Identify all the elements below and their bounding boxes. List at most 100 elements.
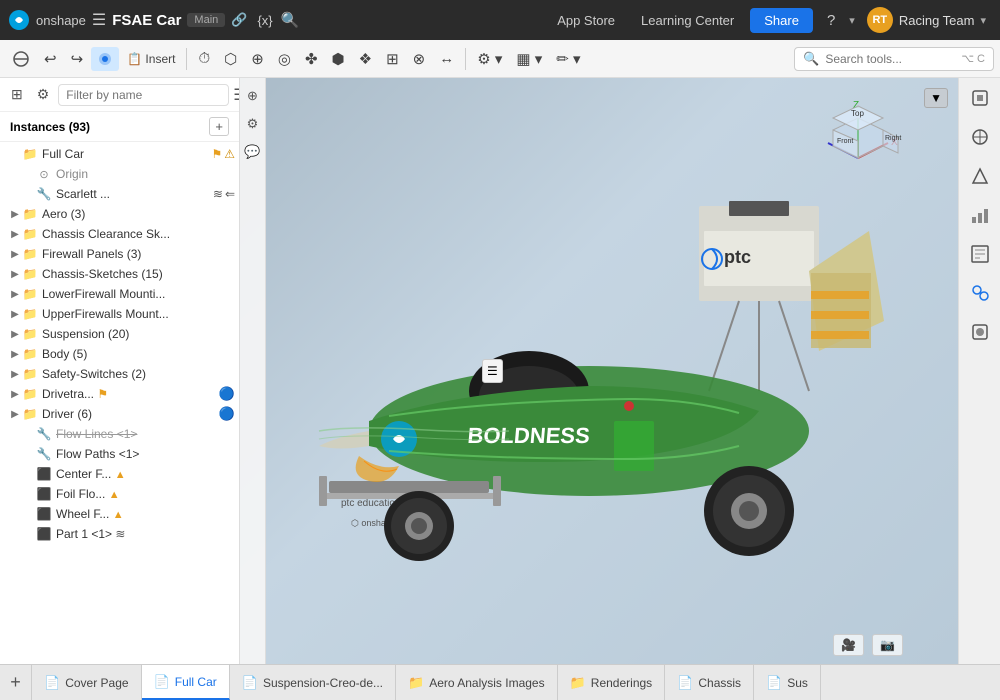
team-area[interactable]: RT Racing Team ▾: [861, 7, 992, 33]
chevron-safety: ▶: [8, 369, 22, 380]
app-store-button[interactable]: App Store: [547, 9, 625, 32]
hamburger-button[interactable]: ☰: [92, 10, 106, 30]
filter-select-button[interactable]: ⚙: [243, 112, 263, 136]
tab-cover-page[interactable]: 📄 Cover Page: [32, 665, 142, 700]
tab-aero-analysis[interactable]: 📁 Aero Analysis Images: [396, 665, 558, 700]
team-name: Racing Team: [899, 13, 975, 28]
assembly-panel-button[interactable]: [964, 121, 996, 158]
tree-item-chassis-clearance[interactable]: ▶ 📁 Chassis Clearance Sk...: [0, 224, 239, 244]
folder-icon-suspension: 📁: [22, 326, 38, 342]
tree-item-foil-flo[interactable]: ⬛ Foil Flo... ▲: [0, 484, 239, 504]
motion-button[interactable]: ⊞: [380, 46, 405, 72]
publish-button[interactable]: [964, 316, 996, 353]
onshape-logo-icon: [8, 9, 30, 31]
tree-item-flow-lines[interactable]: 🔧 Flow Lines <1>: [0, 424, 239, 444]
snap-button[interactable]: ⊕: [243, 84, 262, 108]
learning-center-button[interactable]: Learning Center: [631, 9, 744, 32]
link-icon[interactable]: 🔗: [231, 12, 247, 28]
toolbar-search-input[interactable]: [825, 52, 955, 66]
assembly-button[interactable]: ⬢: [326, 46, 351, 72]
label-scarlett: Scarlett ...: [56, 187, 213, 201]
tree-item-body[interactable]: ▶ 📁 Body (5): [0, 344, 239, 364]
section-cut-button[interactable]: [6, 46, 36, 72]
label-origin: Origin: [56, 167, 239, 181]
tab-suspension-creo[interactable]: 📄 Suspension-Creo-de...: [230, 665, 396, 700]
tree-item-part1[interactable]: ⬛ Part 1 <1> ≋: [0, 524, 239, 544]
logo-text: onshape: [36, 13, 86, 28]
simulation-button[interactable]: ⊗: [407, 46, 432, 72]
tree-item-lower-firewall[interactable]: ▶ 📁 LowerFirewall Mounti...: [0, 284, 239, 304]
tree-item-full-car[interactable]: 📁 Full Car ⚑ ⚠: [0, 144, 239, 164]
tree-item-center-f[interactable]: ⬛ Center F... ▲: [0, 464, 239, 484]
undo-button[interactable]: ↩: [38, 46, 63, 72]
tree-item-upper-firewalls[interactable]: ▶ 📁 UpperFirewalls Mount...: [0, 304, 239, 324]
help-button[interactable]: ?: [819, 8, 843, 33]
screenshot-button[interactable]: 📷: [872, 634, 903, 656]
new-tab-button[interactable]: +: [0, 665, 32, 700]
folder-icon-full-car: 📁: [22, 146, 38, 162]
render-button[interactable]: [964, 160, 996, 197]
alert-icon: ⚠: [224, 147, 235, 161]
sidebar-expand-button[interactable]: ⊞: [6, 82, 28, 107]
label-firewall: Firewall Panels (3): [42, 247, 239, 261]
tree-item-drivetrain[interactable]: ▶ 📁 Drivetra... ⚑ 🔵: [0, 384, 239, 404]
folder-icon-aero: 📁: [22, 206, 38, 222]
label-flow-lines: Flow Lines <1>: [56, 427, 239, 441]
annotation-button[interactable]: ✏ ▾: [550, 46, 586, 72]
tree: 📁 Full Car ⚑ ⚠ ⊙ Origin 🔧 Scarlett ...: [0, 142, 239, 664]
collaborate-button[interactable]: [964, 277, 996, 314]
insert-label: 📋 Insert: [127, 52, 175, 66]
comment-button[interactable]: 💬: [240, 140, 264, 164]
tab-full-car[interactable]: 📄 Full Car: [142, 665, 230, 700]
explode-button[interactable]: ↔: [433, 46, 460, 71]
tree-item-safety-switches[interactable]: ▶ 📁 Safety-Switches (2): [0, 364, 239, 384]
variable-icon[interactable]: {x}: [257, 13, 272, 28]
list-view-button[interactable]: ☰: [233, 85, 240, 105]
scroll-indicator[interactable]: ☰: [482, 359, 503, 383]
add-instance-button[interactable]: +: [209, 117, 229, 136]
select-button[interactable]: [91, 47, 119, 71]
actions-full-car: ⚑ ⚠: [211, 147, 235, 161]
tree-item-aero[interactable]: ▶ 📁 Aero (3): [0, 204, 239, 224]
tree-item-wheel-f[interactable]: ⬛ Wheel F... ▲: [0, 504, 239, 524]
tree-item-origin[interactable]: ⊙ Origin: [0, 164, 239, 184]
viewport[interactable]: X Z Top Right Front ▼: [240, 78, 958, 664]
share-button[interactable]: Share: [750, 8, 813, 33]
tree-item-firewall-panels[interactable]: ▶ 📁 Firewall Panels (3): [0, 244, 239, 264]
sidebar-filter-button[interactable]: ⚙: [32, 82, 55, 107]
tree-item-flow-paths[interactable]: 🔧 Flow Paths <1>: [0, 444, 239, 464]
display-button[interactable]: ⬡: [218, 46, 243, 72]
measure-button[interactable]: ⏱: [192, 46, 216, 71]
tab-renderings[interactable]: 📁 Renderings: [558, 665, 666, 700]
download-icon-driver: 🔵: [219, 406, 235, 422]
tree-item-chassis-sketches[interactable]: ▶ 📁 Chassis-Sketches (15): [0, 264, 239, 284]
tree-item-scarlett[interactable]: 🔧 Scarlett ... ≋ ⇐: [0, 184, 239, 204]
tab-sus[interactable]: 📄 Sus: [754, 665, 821, 700]
insert-button[interactable]: 📋 Insert: [121, 48, 181, 70]
transform-button[interactable]: ⊕: [245, 46, 270, 72]
simulation-panel-button[interactable]: [964, 199, 996, 236]
label-driver: Driver (6): [42, 407, 219, 421]
pattern-button[interactable]: ❖: [353, 46, 378, 72]
mate-button[interactable]: ✤: [299, 46, 324, 72]
filter-input[interactable]: [58, 84, 229, 106]
label-drivetrain: Drivetra... ⚑: [42, 387, 219, 401]
camera-button[interactable]: 🎥: [833, 634, 864, 656]
tree-item-suspension[interactable]: ▶ 📁 Suspension (20): [0, 324, 239, 344]
settings-dropdown[interactable]: ⚙ ▾: [471, 46, 508, 72]
drawing-button[interactable]: [964, 238, 996, 275]
search-shortcut: ⌥ C: [961, 52, 985, 65]
tab-chassis[interactable]: 📄 Chassis: [665, 665, 754, 700]
tree-item-driver[interactable]: ▶ 📁 Driver (6) 🔵: [0, 404, 239, 424]
svg-text:ptc: ptc: [724, 247, 751, 267]
instances-header: Instances (93) +: [0, 112, 239, 142]
part-studio-button[interactable]: [964, 82, 996, 119]
tab-label-cover-page: Cover Page: [65, 676, 128, 690]
toolbar-search: 🔍 ⌥ C: [794, 47, 994, 71]
rotate-button[interactable]: ◎: [272, 46, 297, 72]
part-icon-center-f: ⬛: [36, 466, 52, 482]
search-icon[interactable]: 🔍: [281, 11, 300, 29]
label-suspension: Suspension (20): [42, 327, 239, 341]
view-dropdown[interactable]: ▦ ▾: [510, 46, 548, 72]
redo-button[interactable]: ↪: [65, 46, 90, 72]
